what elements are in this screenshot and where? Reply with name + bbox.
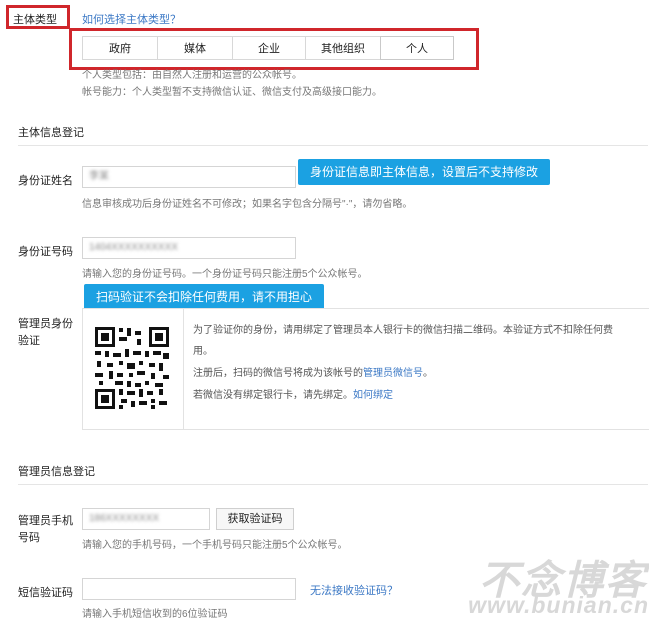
type-option-other-org[interactable]: 其他组织 [305,36,381,60]
tooltip-id-info: 身份证信息即主体信息，设置后不支持修改 [298,159,551,185]
id-name-input[interactable]: 李某 [82,166,296,188]
admin-verify-text-line1: 为了验证你的身份，请用绑定了管理员本人银行卡的微信扫描二维码。本验证方式不扣除任… [193,325,613,336]
get-code-button[interactable]: 获取验证码 [216,508,294,530]
type-option-government[interactable]: 政府 [82,36,158,60]
admin-info-divider [18,484,648,485]
admin-phone-label-line2: 号码 [18,532,40,544]
subject-info-section-title: 主体信息登记 [18,127,84,139]
sms-code-hint: 请输入手机短信收到的6位验证码 [82,609,228,620]
admin-verify-panel: 为了验证你的身份，请用绑定了管理员本人银行卡的微信扫描二维码。本验证方式不扣除任… [82,308,649,430]
type-option-enterprise[interactable]: 企业 [232,36,306,60]
cannot-receive-code-link[interactable]: 无法接收验证码？ [310,582,398,598]
type-note-line1: 个人类型包括：由自然人注册和运营的公众帐号。 [82,70,302,81]
admin-verify-text-line4-pre: 若微信没有绑定银行卡，请先绑定。 [193,390,353,401]
admin-verify-text-line4: 若微信没有绑定银行卡，请先绑定。如何绑定 [193,386,393,401]
admin-phone-value: 186XXXXXXXX [89,513,160,524]
admin-phone-hint: 请输入您的手机号码，一个手机号码只能注册5个公众帐号。 [82,540,348,551]
admin-verify-text-line3-pre: 注册后，扫码的微信号将成为该帐号的 [193,368,363,379]
subject-type-label: 主体类型 [13,14,57,26]
qr-code-icon[interactable] [93,325,171,411]
id-name-hint: 信息审核成功后身份证姓名不可修改；如果名字包含分隔号"·"，请勿省略。 [82,199,413,210]
id-name-label: 身份证姓名 [18,175,73,187]
type-note-line2: 帐号能力：个人类型暂不支持微信认证、微信支付及高级接口能力。 [82,87,382,98]
id-number-hint: 请输入您的身份证号码。一个身份证号码只能注册5个公众帐号。 [82,269,368,280]
subject-info-divider [18,145,648,146]
admin-phone-label-line1: 管理员手机 [18,515,73,527]
admin-verify-text-line3: 注册后，扫码的微信号将成为该帐号的管理员微信号。 [193,364,433,379]
admin-phone-input[interactable]: 186XXXXXXXX [82,508,210,530]
type-option-individual[interactable]: 个人 [380,36,454,60]
admin-wechat-link[interactable]: 管理员微信号 [363,368,423,379]
id-number-input[interactable]: 1404XXXXXXXXXX [82,237,296,259]
id-number-value: 1404XXXXXXXXXX [89,242,178,253]
admin-verify-text-line3-post: 。 [423,368,433,379]
sms-code-label: 短信验证码 [18,587,73,599]
tooltip-scan-free: 扫码验证不会扣除任何费用，请不用担心 [84,284,325,310]
how-to-bind-link[interactable]: 如何绑定 [353,390,393,401]
admin-verify-text-line2: 用。 [193,346,213,357]
watermark-url: www.bunian.cn [468,592,649,618]
admin-info-section-title: 管理员信息登记 [18,466,95,478]
sms-code-input[interactable] [82,578,296,600]
id-name-value: 李某 [89,171,109,182]
id-number-label: 身份证号码 [18,246,73,258]
admin-verify-label-line1: 管理员身份 [18,318,73,330]
type-option-media[interactable]: 媒体 [157,36,233,60]
subject-type-help-link[interactable]: 如何选择主体类型？ [82,11,181,27]
admin-verify-label-line2: 验证 [18,335,40,347]
